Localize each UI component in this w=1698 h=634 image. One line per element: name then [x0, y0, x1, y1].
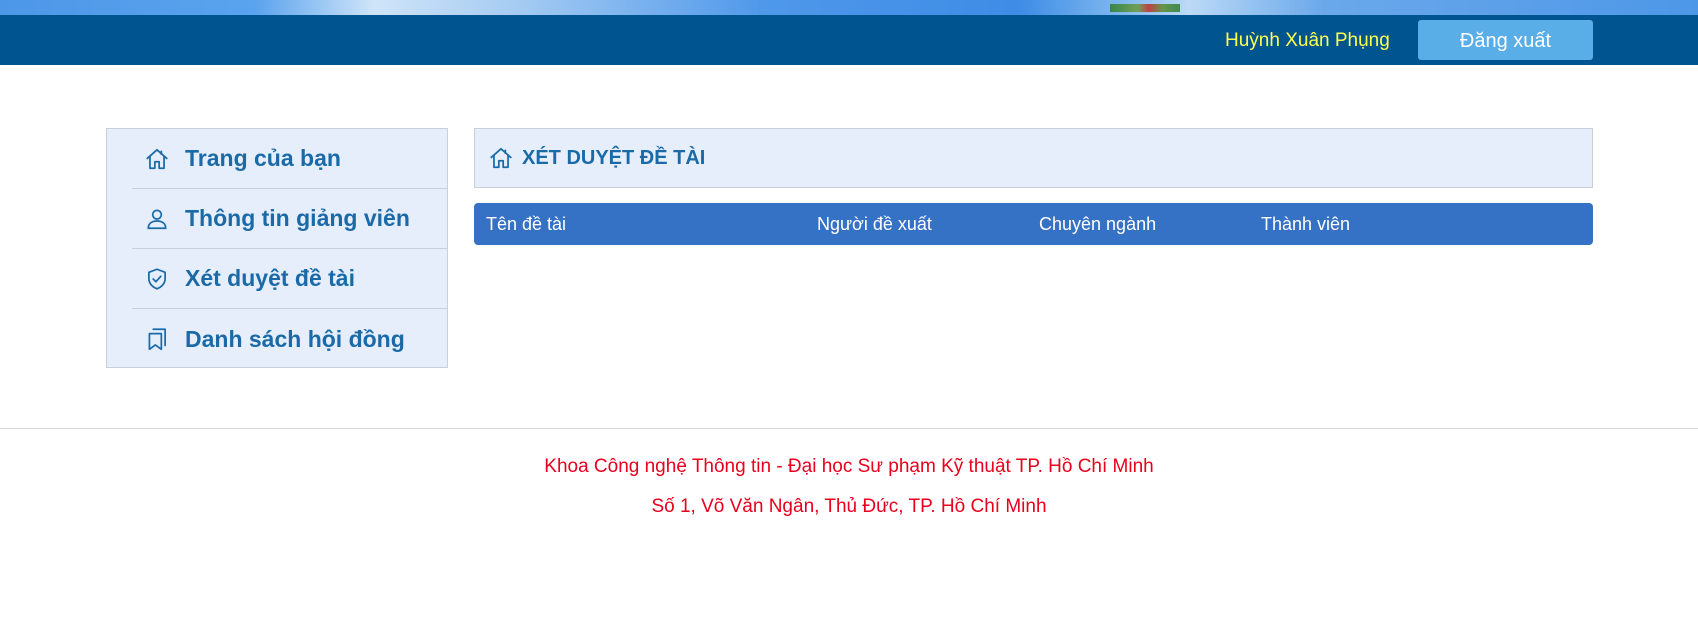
topics-table-header: Tên đề tài Người đề xuất Chuyên ngành Th… — [474, 203, 1593, 245]
sidebar-item-council-list[interactable]: Danh sách hội đồng — [132, 309, 448, 369]
sidebar-item-label: Xét duyệt đề tài — [185, 265, 355, 291]
column-header-members: Thành viên — [1261, 214, 1351, 234]
top-navbar: Huỳnh Xuân Phụng Đăng xuất — [0, 15, 1698, 65]
column-header-major: Chuyên ngành — [1039, 214, 1157, 234]
home-icon — [487, 144, 515, 172]
shield-check-icon — [143, 265, 171, 293]
header-banner-image — [0, 0, 1698, 15]
sidebar-item-label: Thông tin giảng viên — [185, 205, 410, 231]
banner-decoration — [1110, 4, 1180, 12]
bookmarks-icon — [143, 325, 171, 353]
page-title: XÉT DUYỆT ĐỀ TÀI — [522, 146, 706, 169]
footer-divider — [0, 428, 1698, 429]
sidebar-item-label: Trang của bạn — [185, 145, 341, 171]
column-header-proposer: Người đề xuất — [817, 214, 932, 234]
sidebar-item-topic-review[interactable]: Xét duyệt đề tài — [132, 249, 448, 309]
user-name-link[interactable]: Huỳnh Xuân Phụng — [1225, 30, 1390, 52]
user-icon — [143, 205, 171, 233]
logout-button[interactable]: Đăng xuất — [1418, 20, 1593, 60]
sidebar-menu: Trang của bạn Thông tin giảng viên Xét d… — [106, 128, 448, 368]
home-icon — [143, 145, 171, 173]
sidebar-item-label: Danh sách hội đồng — [185, 325, 405, 352]
footer-address: Số 1, Võ Văn Ngân, Thủ Đức, TP. Hồ Chí M… — [651, 496, 1047, 517]
sidebar-item-home[interactable]: Trang của bạn — [132, 129, 448, 189]
footer-faculty: Khoa Công nghệ Thông tin - Đại học Sư ph… — [544, 456, 1154, 477]
sidebar-item-lecturer-info[interactable]: Thông tin giảng viên — [132, 189, 448, 249]
column-header-topic-name: Tên đề tài — [486, 214, 567, 234]
page-title-bar: XÉT DUYỆT ĐỀ TÀI — [474, 128, 1593, 188]
